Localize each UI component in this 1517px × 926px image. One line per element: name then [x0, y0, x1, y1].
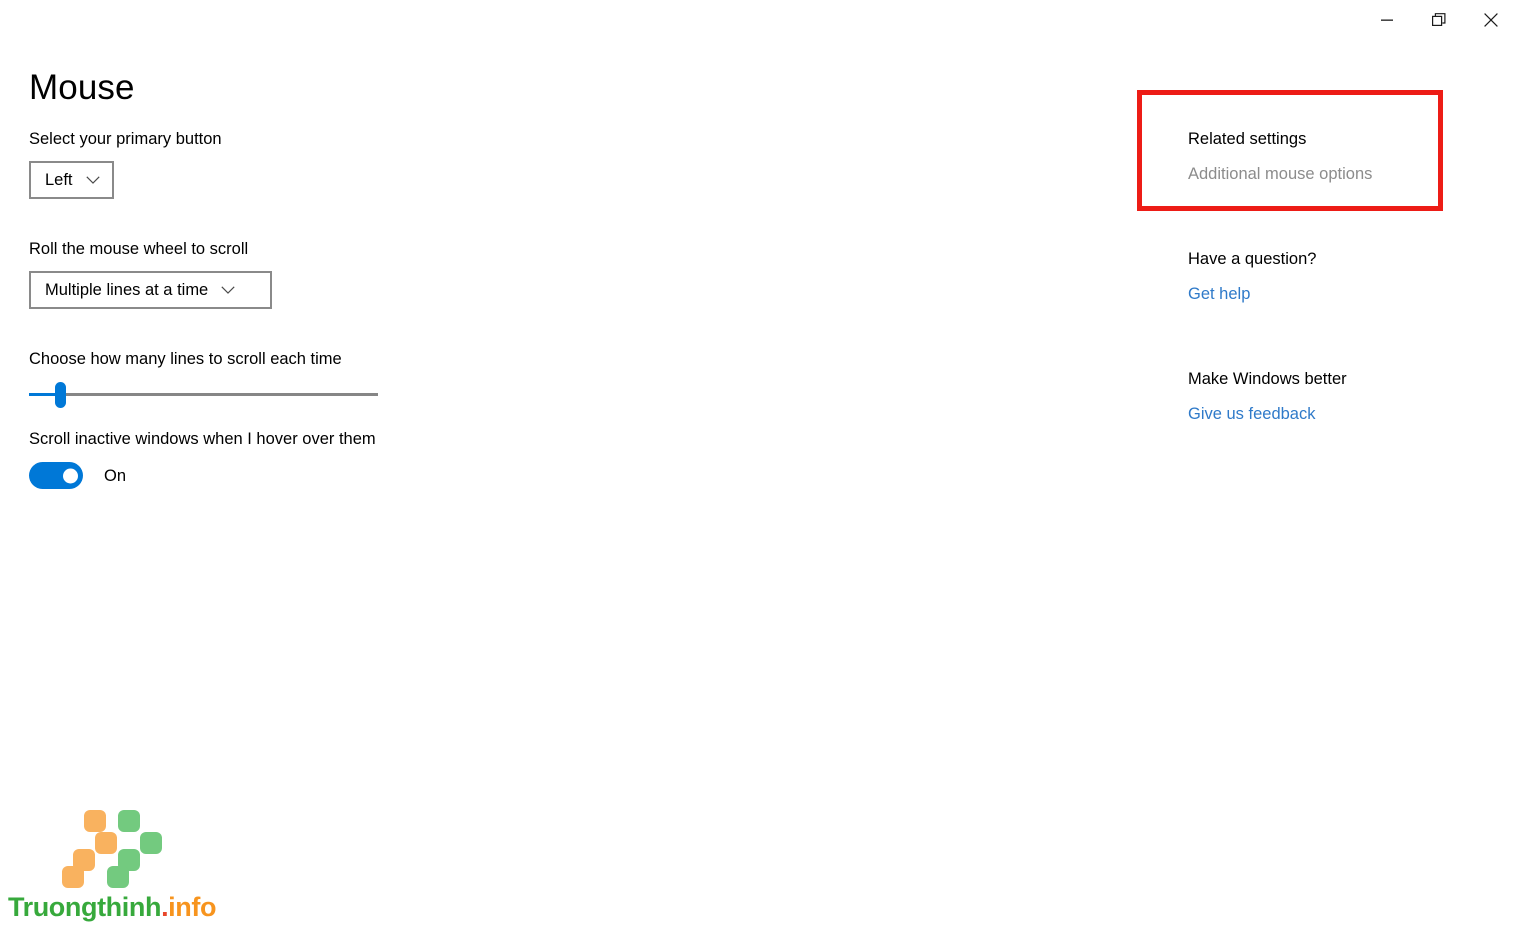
primary-button-value: Left	[45, 171, 73, 189]
have-a-question-heading: Have a question?	[1188, 250, 1317, 268]
page-title: Mouse	[29, 68, 135, 107]
inactive-scroll-toggle-row: On	[29, 462, 126, 489]
wheel-scroll-value: Multiple lines at a time	[45, 281, 209, 299]
primary-button-label: Select your primary button	[29, 130, 222, 148]
lines-slider-label: Choose how many lines to scroll each tim…	[29, 350, 342, 368]
inactive-scroll-label: Scroll inactive windows when I hover ove…	[29, 430, 376, 448]
logo-text-main: Truongthinh	[8, 892, 162, 922]
get-help-link[interactable]: Get help	[1188, 283, 1250, 305]
related-settings-heading: Related settings	[1188, 130, 1307, 148]
settings-content: Mouse Select your primary button Left Ro…	[0, 0, 1517, 926]
logo-text-tld: info	[168, 892, 217, 922]
highlight-annotation-box	[1137, 90, 1443, 211]
toggle-knob	[63, 468, 78, 483]
wheel-scroll-select[interactable]: Multiple lines at a time	[29, 271, 272, 309]
additional-mouse-options-link[interactable]: Additional mouse options	[1188, 163, 1372, 185]
give-us-feedback-link[interactable]: Give us feedback	[1188, 403, 1316, 425]
slider-track	[29, 393, 378, 396]
chevron-down-icon	[221, 285, 235, 295]
inactive-scroll-state: On	[104, 466, 127, 485]
inactive-scroll-toggle[interactable]	[29, 462, 83, 489]
lines-slider[interactable]	[29, 382, 378, 408]
make-windows-better-heading: Make Windows better	[1188, 370, 1347, 388]
primary-button-select[interactable]: Left	[29, 161, 114, 199]
wheel-scroll-label: Roll the mouse wheel to scroll	[29, 240, 249, 258]
slider-thumb[interactable]	[54, 382, 66, 408]
logo-mark-icon	[62, 810, 174, 888]
logo-wordmark: Truongthinh.info	[8, 892, 216, 922]
watermark-logo: Truongthinh.info	[8, 808, 228, 922]
chevron-down-icon	[85, 175, 100, 185]
